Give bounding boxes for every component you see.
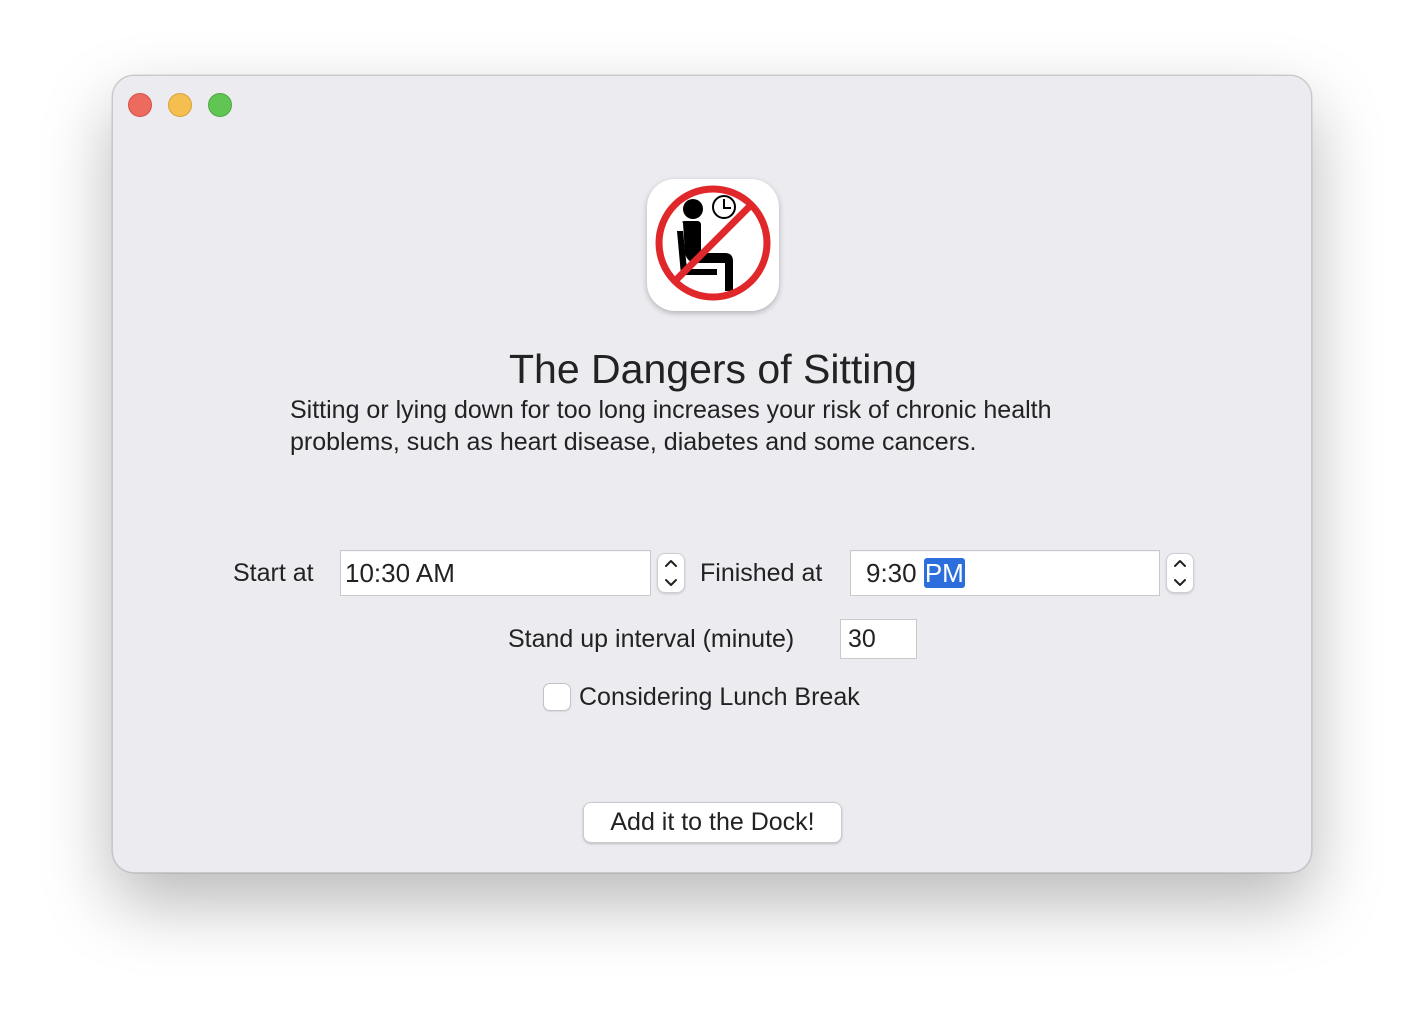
lunch-break-label[interactable]: Considering Lunch Break	[579, 682, 860, 712]
description-line-2: problems, such as heart disease, diabete…	[290, 428, 977, 456]
no-sitting-icon	[647, 179, 779, 311]
description-line-1: Sitting or lying down for too long incre…	[290, 396, 1052, 424]
interval-label: Stand up interval (minute)	[508, 625, 795, 653]
add-to-dock-button[interactable]: Add it to the Dock!	[583, 802, 842, 843]
start-time-field[interactable]: 10:30 AM	[340, 550, 651, 596]
start-time-value: 10:30 AM	[345, 558, 455, 588]
finish-time-value: 9:30	[866, 558, 917, 588]
app-window: The Dangers of Sitting Sitting or lying …	[112, 75, 1312, 873]
interval-input[interactable]: 30	[840, 619, 917, 659]
chevron-down-icon[interactable]	[1167, 573, 1193, 592]
description-text: Sitting or lying down for too long incre…	[290, 394, 1170, 458]
start-at-label: Start at	[233, 559, 314, 587]
finish-ampm-segment[interactable]: PM	[923, 558, 965, 588]
page-title: The Dangers of Sitting	[509, 346, 917, 392]
chevron-up-icon[interactable]	[658, 554, 684, 573]
minimize-window-button[interactable]	[168, 93, 192, 117]
chevron-down-icon[interactable]	[658, 573, 684, 592]
lunch-break-checkbox[interactable]	[543, 683, 571, 711]
finish-time-stepper[interactable]	[1166, 553, 1194, 593]
start-time-stepper[interactable]	[657, 553, 685, 593]
finish-time-field[interactable]: 9:30 PM	[850, 550, 1160, 596]
chevron-up-icon[interactable]	[1167, 554, 1193, 573]
zoom-window-button[interactable]	[208, 93, 232, 117]
close-window-button[interactable]	[128, 93, 152, 117]
finished-at-label: Finished at	[700, 559, 823, 587]
